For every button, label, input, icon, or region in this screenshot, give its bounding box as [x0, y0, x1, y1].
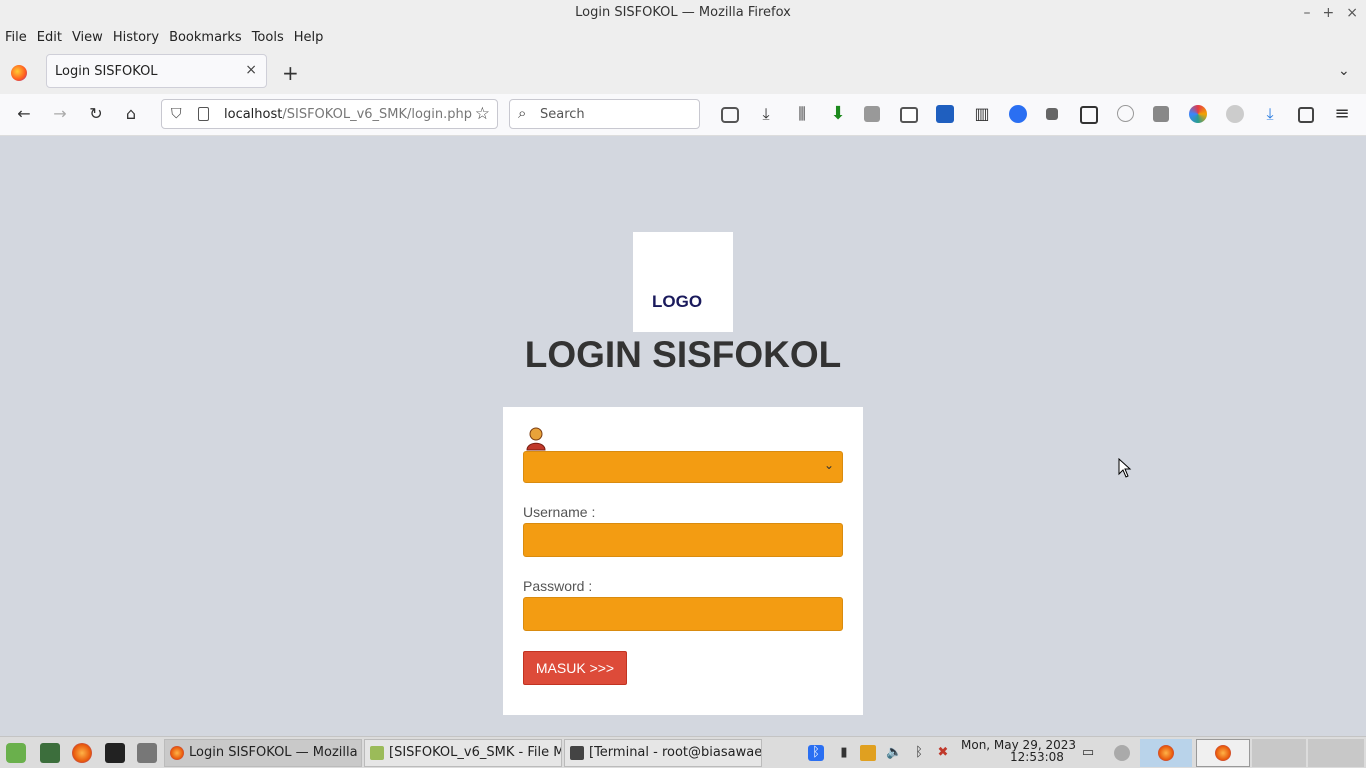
tab-label: Login SISFOKOL [55, 64, 158, 79]
task-label: [Terminal - root@biasawae /... [589, 745, 762, 760]
navigation-toolbar: ← → ↻ ⌂ ⛉ localhost/SISFOKOL_v6_SMK/logi… [0, 94, 1366, 136]
close-window-button[interactable]: × [1346, 5, 1358, 21]
terminal-icon [570, 746, 584, 760]
terminal-launcher-icon[interactable] [105, 743, 125, 763]
new-tab-button[interactable]: + [282, 61, 299, 85]
firefox-icon [1215, 745, 1231, 761]
page-info-icon[interactable] [198, 107, 209, 121]
clock[interactable]: Mon, May 29, 2023 12:53:08 [961, 739, 1076, 763]
extension-color-icon[interactable] [1189, 105, 1207, 123]
search-placeholder: Search [540, 107, 585, 122]
search-icon: ⌕ [518, 104, 527, 122]
page-title: LOGIN SISFOKOL [524, 334, 842, 375]
extension-zoom-icon[interactable] [1009, 105, 1027, 123]
logo-text: LOGO [652, 292, 703, 311]
minimize-button[interactable]: – [1304, 5, 1311, 21]
update-error-icon[interactable]: ✖ [935, 745, 951, 761]
maximize-button[interactable]: + [1323, 5, 1335, 21]
taskbar: Login SISFOKOL — Mozilla Fi... [SISFOKOL… [0, 736, 1366, 768]
files-launcher-icon[interactable] [137, 743, 157, 763]
logo: LOGO [633, 232, 733, 332]
extension-archive-icon[interactable] [864, 106, 880, 122]
sidebar-icon[interactable] [900, 107, 918, 123]
menu-edit[interactable]: Edit [32, 30, 67, 45]
firefox-launcher-icon[interactable] [72, 743, 92, 763]
workspace-4-preview[interactable] [1308, 739, 1364, 767]
username-label: Username : [523, 504, 596, 520]
list-tabs-chevron-icon[interactable]: ⌄ [1338, 63, 1350, 79]
mint-menu-icon[interactable] [6, 743, 26, 763]
username-input[interactable] [523, 523, 843, 557]
firefox-view-icon[interactable] [11, 65, 27, 81]
extension-grid-icon[interactable]: ▥ [971, 103, 993, 125]
qr-code-icon[interactable] [1080, 106, 1098, 124]
task-label: Login SISFOKOL — Mozilla Fi... [189, 745, 361, 760]
show-desktop-icon[interactable] [40, 743, 60, 763]
login-card: ⌄ Username : Password : MASUK >>> [503, 407, 863, 715]
downloads-icon[interactable]: ⤓ [755, 103, 777, 125]
clock-time: 12:53:08 [1010, 750, 1064, 764]
page-content: LOGO LOGIN SISFOKOL ⌄ Username : Passwor… [0, 136, 1366, 736]
lock-icon[interactable] [1046, 108, 1058, 120]
menu-view[interactable]: View [67, 30, 108, 45]
menu-tools[interactable]: Tools [247, 30, 289, 45]
task-terminal[interactable]: [Terminal - root@biasawae /... [564, 739, 762, 767]
extensions-puzzle-icon[interactable] [1298, 107, 1314, 123]
task-file-manager[interactable]: [SISFOKOL_v6_SMK - File Ma... [364, 739, 562, 767]
globe-icon[interactable] [1117, 105, 1134, 122]
search-bar[interactable]: ⌕ Search [509, 99, 700, 129]
extension-circle-icon[interactable] [1226, 105, 1244, 123]
workspace-3-preview[interactable] [1252, 739, 1306, 767]
password-label: Password : [523, 578, 593, 594]
folder-icon [370, 746, 384, 760]
window-title-bar: Login SISFOKOL — Mozilla Firefox [0, 0, 1366, 26]
extension-gray-icon[interactable] [1153, 106, 1169, 122]
window-controls: – + × [1304, 0, 1358, 26]
role-select[interactable]: ⌄ [523, 451, 843, 483]
user-avatar-icon [526, 427, 546, 451]
hamburger-menu-icon[interactable]: ≡ [1331, 103, 1353, 125]
menu-bookmarks[interactable]: Bookmarks [164, 30, 247, 45]
menu-help[interactable]: Help [289, 30, 329, 45]
mouse-cursor-icon [1118, 458, 1132, 478]
tab-strip: Login SISFOKOL × + ⌄ [0, 48, 1366, 94]
clapper-icon[interactable] [860, 745, 876, 761]
workspace-2-preview[interactable] [1196, 739, 1250, 767]
reload-icon[interactable]: ↻ [85, 103, 107, 125]
window-title: Login SISFOKOL — Mozilla Firefox [575, 5, 791, 20]
library-icon[interactable]: ⫼ [791, 103, 813, 125]
task-label: [SISFOKOL_v6_SMK - File Ma... [389, 745, 561, 760]
tab-login-sisfokol[interactable]: Login SISFOKOL × [46, 54, 267, 88]
menu-history[interactable]: History [108, 30, 164, 45]
volume-icon[interactable]: 🔈 [886, 745, 902, 761]
workspace-1-preview[interactable] [1140, 739, 1192, 767]
url-bar[interactable]: ⛉ localhost/SISFOKOL_v6_SMK/login.php ☆ [161, 99, 498, 129]
menu-file[interactable]: File [0, 30, 32, 45]
chevron-down-icon: ⌄ [823, 458, 834, 472]
url-text: localhost/SISFOKOL_v6_SMK/login.php [224, 107, 472, 122]
forward-arrow-icon[interactable]: → [49, 103, 71, 125]
menu-bar: File Edit View History Bookmarks Tools H… [0, 26, 1366, 48]
tab-close-icon[interactable]: × [245, 62, 257, 78]
extension-download-icon[interactable]: ⤓ [1259, 103, 1281, 125]
password-input[interactable] [523, 597, 843, 631]
home-icon[interactable]: ⌂ [120, 103, 142, 125]
battery-icon[interactable]: ▭ [1080, 745, 1096, 761]
firefox-icon [170, 746, 184, 760]
task-firefox[interactable]: Login SISFOKOL — Mozilla Fi... [164, 739, 362, 767]
download-green-arrow-icon[interactable]: ⬇ [827, 103, 849, 125]
workspace-indicator-icon[interactable] [1114, 745, 1130, 761]
shield-icon[interactable]: ⛉ [171, 106, 182, 122]
bluetooth-app-icon[interactable]: ᛒ [808, 745, 824, 761]
network-signal-icon[interactable]: ▮ [836, 745, 852, 761]
firefox-icon [1158, 745, 1174, 761]
bookmark-star-icon[interactable]: ☆ [475, 104, 490, 124]
masuk-submit-button[interactable]: MASUK >>> [523, 651, 627, 685]
back-arrow-icon[interactable]: ← [13, 103, 35, 125]
pocket-icon[interactable] [721, 107, 739, 123]
bluetooth-icon[interactable]: ᛒ [911, 745, 927, 761]
extension-download-blue-icon[interactable] [936, 105, 954, 123]
